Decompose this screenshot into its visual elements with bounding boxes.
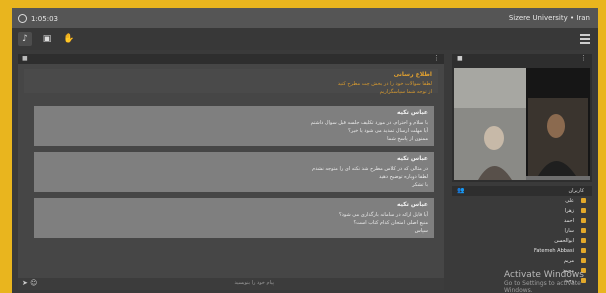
notice-box: ﺍﻃﻼﻉ ﺭﺳﺎﻧﯽ ﻟﻄﻔﺎ ﺳﻮﺍﻻﺕ ﺧﻮﺩ ﺭﺍ ﺩﺭ ﺑﺨﺶ ﭼﺖ ﻣ… xyxy=(24,69,438,95)
speaker-icon[interactable]: ♪ xyxy=(18,32,32,46)
chat-input-bar[interactable]: ➤ ☺ ﭘﯿﺎﻡ ﺧﻮﺩ ﺭﺍ ﺑﻨﻮﯾﺴﯿﺪ xyxy=(18,278,444,290)
user-name: Fatemeh Abbasi xyxy=(533,248,574,254)
users-icon: 👥 xyxy=(457,187,465,194)
user-name: ﺍﺑﻮﺍﻟﺤﺴﻦ xyxy=(554,238,574,244)
presenter-video-image xyxy=(454,68,526,180)
user-name: ﺳﺎﺭﺍ xyxy=(564,228,574,234)
user-item[interactable]: Fatemeh Abbasi xyxy=(452,246,592,256)
main-video-feed xyxy=(454,68,590,180)
app-window: 1:05:03 Sizere University • Iran ♪ ▣ ✋ ■… xyxy=(12,8,598,293)
user-name: ﺍﺣﻤﺪ xyxy=(564,218,574,224)
clock-icon xyxy=(18,14,27,23)
chat-message: ﻋﺒﺎﺱ ﺗﮑﯿﻪ ﺑﺎ ﺳﻼﻡ ﻭ ﺍﺣﺘﺮﺍﻡ. ﺩﺭ ﻣﻮﺭﺩ ﺗﮑﻠﯿﻒ… xyxy=(34,106,434,146)
video-panel-header: ■ ⋮ xyxy=(452,54,592,64)
user-avatar-icon xyxy=(581,208,586,213)
chat-message: ﻋﺒﺎﺱ ﺗﮑﯿﻪ ﺁﯾﺎ ﻓﺎﯾﻞ ﺍﺭﺍﺋﻪ ﺩﺭ ﺳﺎﻣﺎﻧﻪ ﺑﺎﺭﮔﺬ… xyxy=(34,198,434,238)
user-avatar-icon xyxy=(581,228,586,233)
message-sender: ﻋﺒﺎﺱ ﺗﮑﯿﻪ xyxy=(397,155,428,162)
message-line: ﺁﯾﺎ ﻣﻬﻠﺖ ﺍﺭﺳﺎﻝ ﺗﻤﺪﯾﺪ ﻣﯽ ﺷﻮﺩ ﯾﺎ ﺧﯿﺮ؟ xyxy=(348,128,428,134)
screen-share-icon[interactable]: ▣ xyxy=(40,32,54,46)
users-title: ﮐﺎﺭﺑﺮﺍﻥ xyxy=(568,188,584,194)
notice-title: ﺍﻃﻼﻉ ﺭﺳﺎﻧﯽ xyxy=(393,71,432,78)
chat-input-placeholder[interactable]: ﭘﯿﺎﻡ ﺧﻮﺩ ﺭﺍ ﺑﻨﻮﯾﺴﯿﺪ xyxy=(235,280,274,286)
chat-panel: ■ ⋮ ﺍﻃﻼﻉ ﺭﺳﺎﻧﯽ ﻟﻄﻔﺎ ﺳﻮﺍﻻﺕ ﺧﻮﺩ ﺭﺍ ﺩﺭ ﺑﺨﺶ … xyxy=(18,54,444,290)
menu-icon[interactable] xyxy=(580,34,590,46)
notice-body: ﻟﻄﻔﺎ ﺳﻮﺍﻻﺕ ﺧﻮﺩ ﺭﺍ ﺩﺭ ﺑﺨﺶ ﭼﺖ ﻣﻄﺮﺡ ﮐﻨﯿﺪ xyxy=(337,81,432,87)
send-icon[interactable]: ➤ ☺ xyxy=(22,279,37,287)
user-avatar-icon xyxy=(581,198,586,203)
message-line: ﻟﻄﻔﺎ ﺩﻭﺑﺎﺭﻩ ﺗﻮﺿﯿﺢ ﺩﻫﯿﺪ xyxy=(379,174,428,180)
user-avatar-icon xyxy=(581,238,586,243)
user-name: ﺯﻫﺮﺍ xyxy=(564,208,574,214)
user-item[interactable]: ﺍﺣﻤﺪ xyxy=(452,216,592,226)
title-bar: 1:05:03 Sizere University • Iran xyxy=(12,8,598,28)
camera-icon: ■ xyxy=(457,55,463,62)
user-item[interactable]: ﻣﺮﯾﻢ xyxy=(452,256,592,266)
user-name: ﻋﻠﯽ xyxy=(565,198,574,204)
user-avatar-icon xyxy=(581,258,586,263)
video-panel: ■ ⋮ xyxy=(452,54,592,182)
message-list: ﻋﺒﺎﺱ ﺗﮑﯿﻪ ﺑﺎ ﺳﻼﻡ ﻭ ﺍﺣﺘﺮﺍﻡ. ﺩﺭ ﻣﻮﺭﺩ ﺗﮑﻠﯿﻒ… xyxy=(34,106,434,244)
session-time: 1:05:03 xyxy=(31,14,58,23)
raise-hand-icon[interactable]: ✋ xyxy=(62,32,76,46)
user-avatar-icon xyxy=(581,218,586,223)
user-item[interactable]: ﺳﺎﺭﺍ xyxy=(452,226,592,236)
message-line: ﻣﻤﻨﻮﻥ ﺍﺯ ﭘﺎﺳﺦ ﺷﻤﺎ xyxy=(387,136,428,142)
message-line: ﻣﻨﺒﻊ ﺍﺻﻠﯽ ﺍﻣﺘﺤﺎﻥ ﮐﺪﺍﻡ ﮐﺘﺎﺏ ﺍﺳﺖ؟ xyxy=(353,220,428,226)
user-item[interactable]: ﺯﻫﺮﺍ xyxy=(452,206,592,216)
watermark-subtitle: Go to Settings to activate Windows. xyxy=(504,280,581,293)
chat-panel-header: ■ ⋮ xyxy=(18,54,444,64)
users-panel-header: 👥 ﮐﺎﺭﺑﺮﺍﻥ xyxy=(452,186,592,196)
message-sender: ﻋﺒﺎﺱ ﺗﮑﯿﻪ xyxy=(397,201,428,208)
app-title: Sizere University • Iran xyxy=(508,14,590,22)
video-options-icon[interactable]: ⋮ xyxy=(580,54,587,62)
message-line: ﺁﯾﺎ ﻓﺎﯾﻞ ﺍﺭﺍﺋﻪ ﺩﺭ ﺳﺎﻣﺎﻧﻪ ﺑﺎﺭﮔﺬﺍﺭﯼ ﻣﯽ ﺷﻮﺩ… xyxy=(339,212,428,218)
watermark-title: Activate Windows xyxy=(504,270,584,280)
chat-message: ﻋﺒﺎﺱ ﺗﮑﯿﻪ ﺩﺭ ﻣﺜﺎﻟﯽ ﮐﻪ ﺩﺭ ﮐﻼﺱ ﻣﻄﺮﺡ ﺷﺪ ﻧﮑﺘ… xyxy=(34,152,434,192)
chat-options-icon[interactable]: ⋮ xyxy=(433,54,440,62)
message-line: ﺩﺭ ﻣﺜﺎﻟﯽ ﮐﻪ ﺩﺭ ﮐﻼﺱ ﻣﻄﺮﺡ ﺷﺪ ﻧﮑﺘﻪ ﺍﯼ ﺭﺍ ﻣﺘ… xyxy=(312,166,428,172)
self-video-pip xyxy=(526,68,590,176)
message-line: ﺳﭙﺎﺱ xyxy=(414,228,428,234)
windows-activation-watermark: Activate Windows Go to Settings to activ… xyxy=(504,270,598,293)
session-clock: 1:05:03 xyxy=(18,14,58,23)
chat-icon: ■ xyxy=(22,55,28,62)
user-name: ﻣﺮﯾﻢ xyxy=(563,258,574,264)
message-sender: ﻋﺒﺎﺱ ﺗﮑﯿﻪ xyxy=(397,109,428,116)
user-avatar-icon xyxy=(581,248,586,253)
user-item[interactable]: ﺍﺑﻮﺍﻟﺤﺴﻦ xyxy=(452,236,592,246)
message-line: ﺑﺎ ﺳﻼﻡ ﻭ ﺍﺣﺘﺮﺍﻡ. ﺩﺭ ﻣﻮﺭﺩ ﺗﮑﻠﯿﻒ ﺟﻠﺴﻪ ﻗﺒﻞ … xyxy=(310,120,428,126)
toolbar: ♪ ▣ ✋ xyxy=(12,28,598,50)
user-item[interactable]: ﻋﻠﯽ xyxy=(452,196,592,206)
message-line: ﺑﺎ ﺗﺸﮑﺮ xyxy=(412,182,428,188)
self-video-image xyxy=(526,68,590,176)
notice-body-2: ﺍﺯ ﺗﻮﺟﻪ ﺷﻤﺎ ﺳﭙﺎﺳﮕﺰﺍﺭﯾﻢ xyxy=(379,89,432,95)
